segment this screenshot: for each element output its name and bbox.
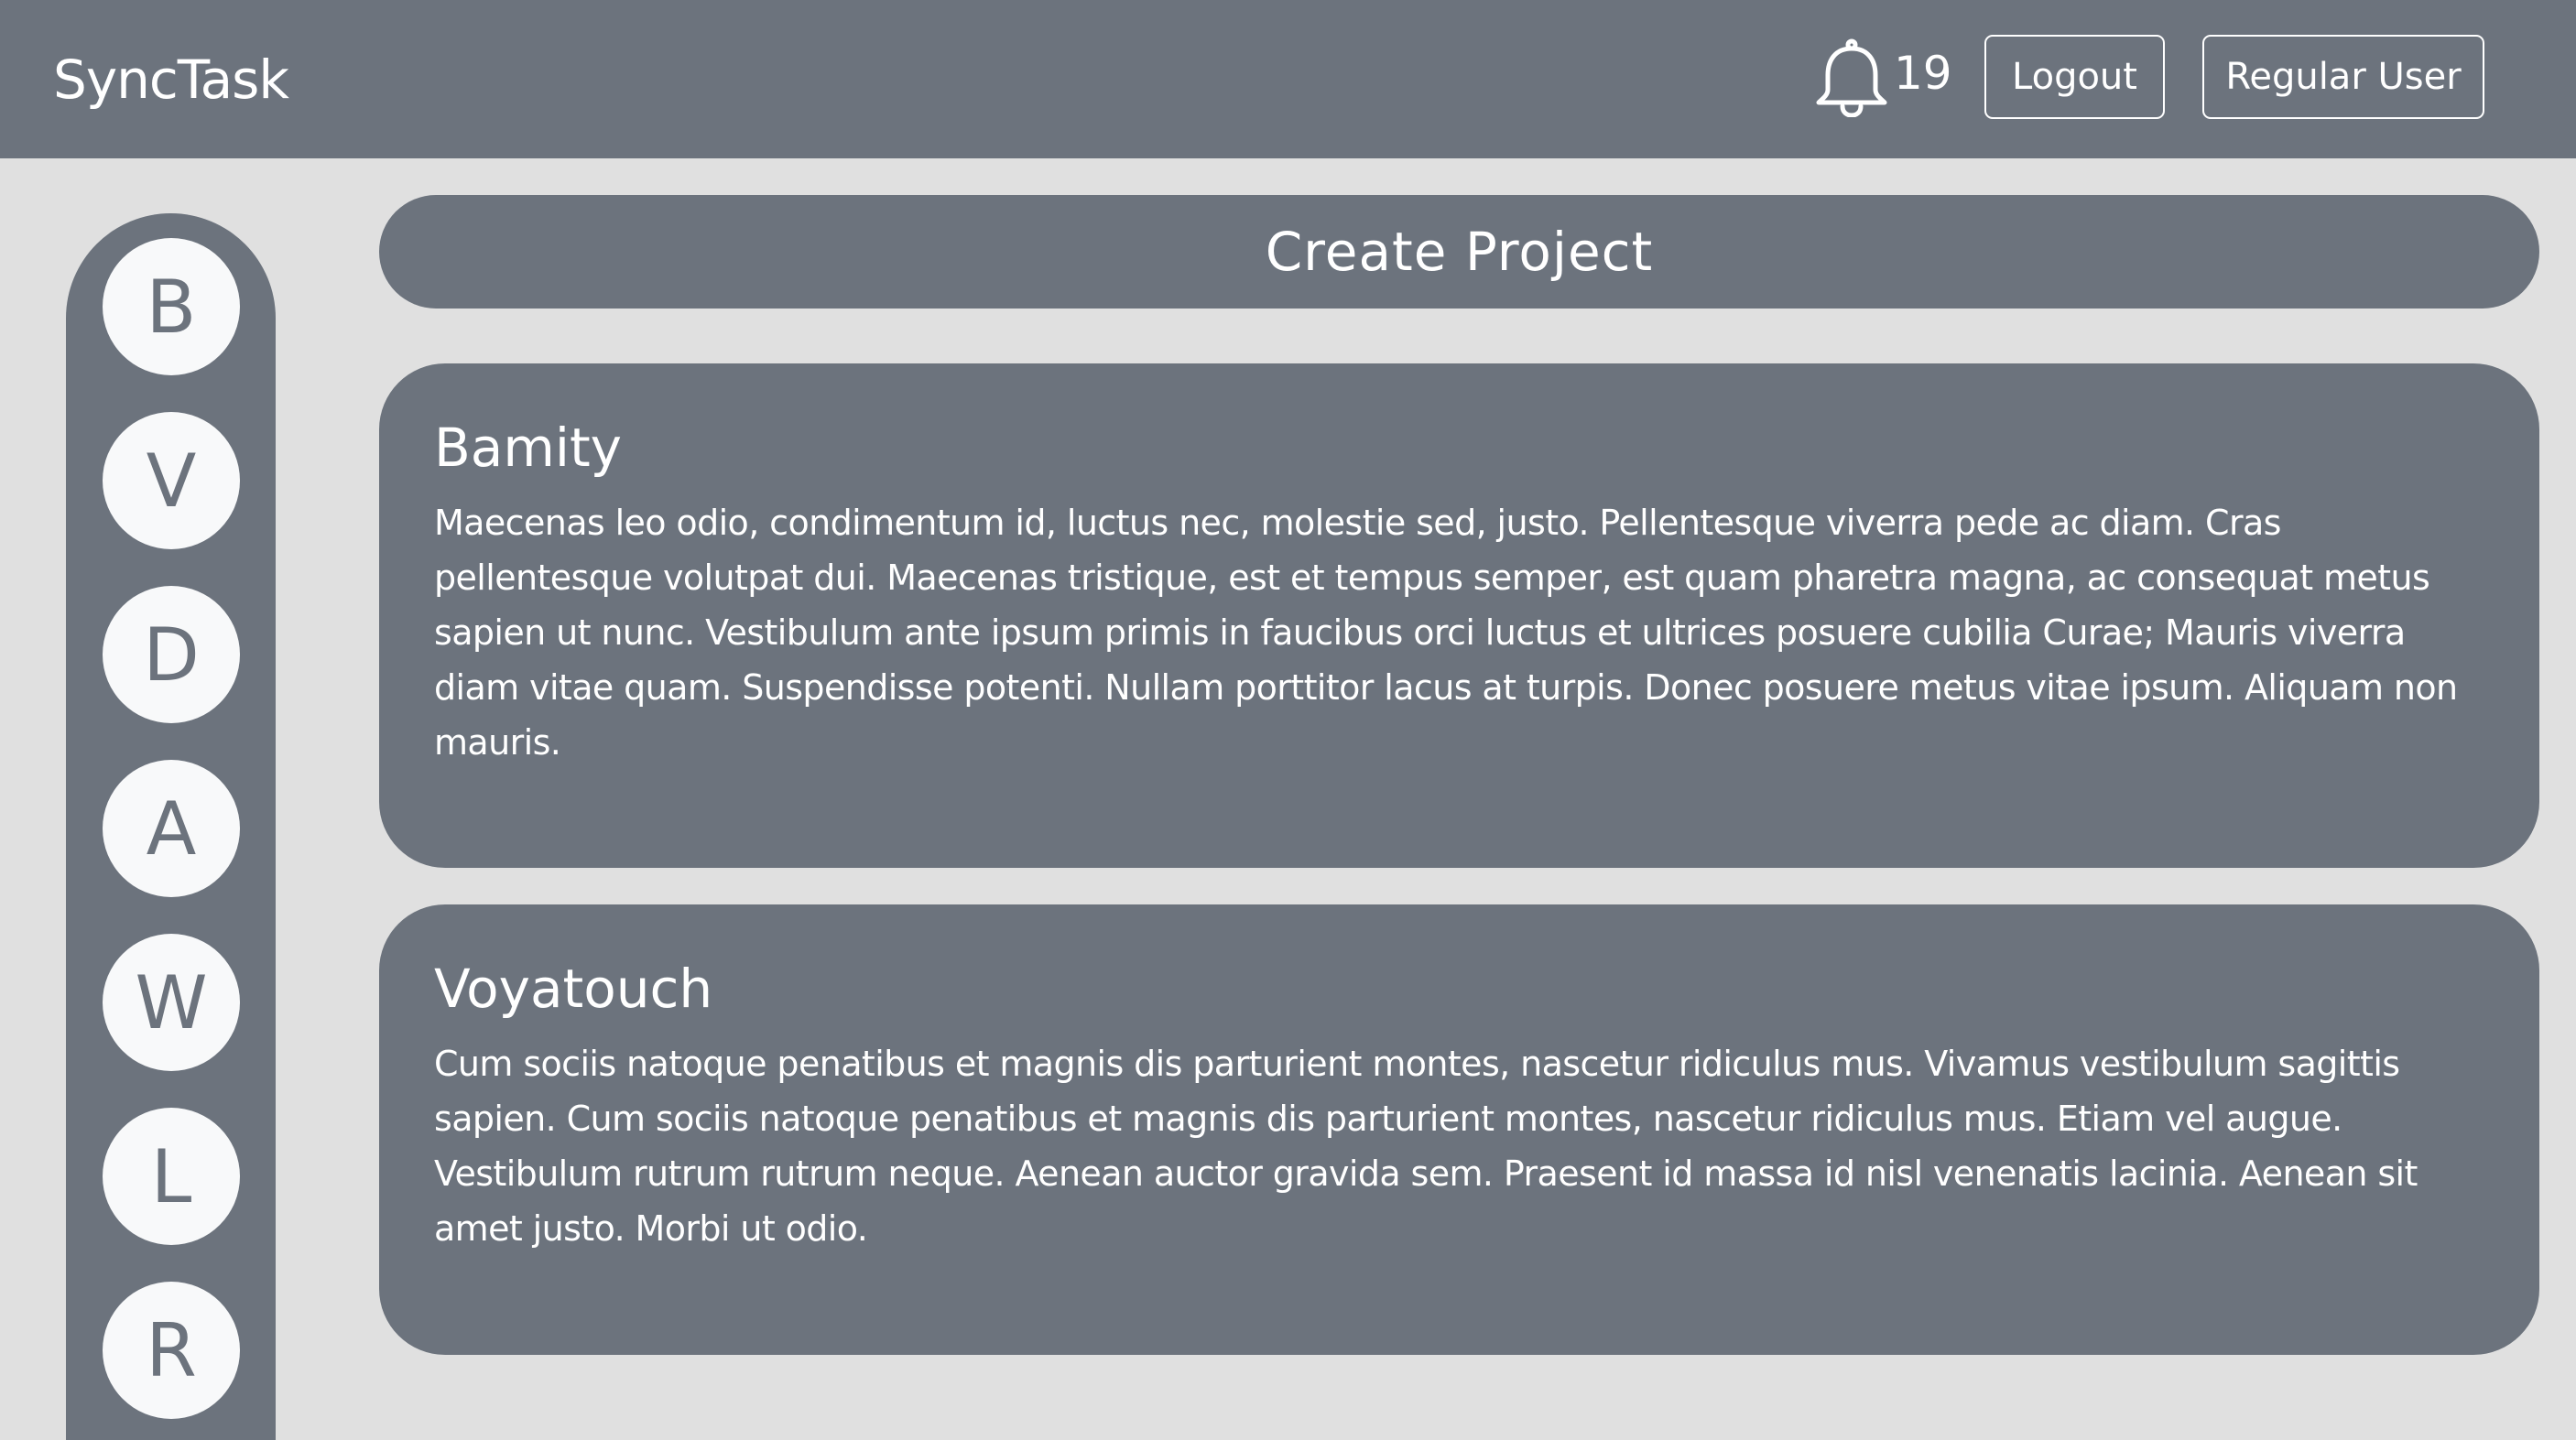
project-card-voyatouch[interactable]: Voyatouch Cum sociis natoque penatibus e… <box>379 904 2539 1355</box>
sidebar-avatar-w[interactable]: W <box>103 934 240 1071</box>
project-description: Cum sociis natoque penatibus et magnis d… <box>434 1044 2418 1249</box>
sidebar-avatar-v[interactable]: V <box>103 412 240 549</box>
top-navbar: SyncTask 19 Logout Regular User <box>0 0 2576 158</box>
notification-count: 19 <box>1894 47 1952 100</box>
sidebar-avatar-b[interactable]: B <box>103 238 240 375</box>
project-card-bamity[interactable]: Bamity Maecenas leo odio, condimentum id… <box>379 363 2539 868</box>
logout-button[interactable]: Logout <box>1984 35 2165 119</box>
project-sidebar: B V D A W L R <box>66 213 276 1440</box>
sidebar-avatar-a[interactable]: A <box>103 760 240 897</box>
create-project-button[interactable]: Create Project <box>379 195 2539 309</box>
project-description: Maecenas leo odio, condimentum id, luctu… <box>434 503 2458 763</box>
brand-logo[interactable]: SyncTask <box>53 48 289 112</box>
user-profile-button[interactable]: Regular User <box>2202 35 2484 119</box>
sidebar-avatar-l[interactable]: L <box>103 1108 240 1245</box>
sidebar-avatar-d[interactable]: D <box>103 586 240 723</box>
bell-icon[interactable] <box>1815 38 1888 118</box>
project-title: Voyatouch <box>434 958 713 1020</box>
sidebar-avatar-r[interactable]: R <box>103 1282 240 1419</box>
project-title: Bamity <box>434 417 623 479</box>
